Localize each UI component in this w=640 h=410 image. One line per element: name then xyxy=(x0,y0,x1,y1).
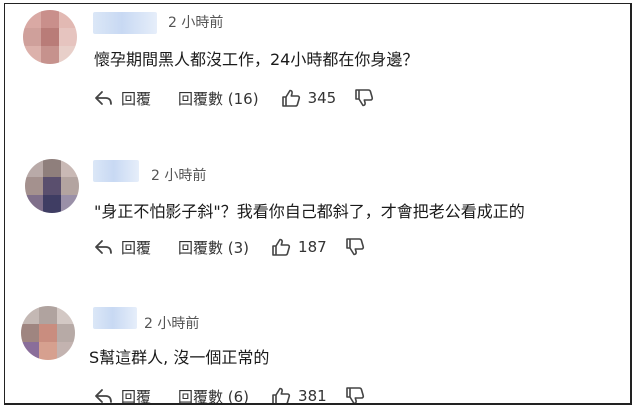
avatar-mosaic-tile xyxy=(39,342,57,360)
comment-actions: 回覆 回覆數 (3) 187 xyxy=(94,235,365,259)
like-count: 187 xyxy=(298,238,327,256)
comment-timestamp: 2 小時前 xyxy=(168,15,224,31)
avatar-mosaic-tile xyxy=(59,28,77,46)
avatar-mosaic-tile xyxy=(43,177,61,195)
like-count: 381 xyxy=(298,387,327,405)
avatar-mosaic-tile xyxy=(41,28,59,46)
reply-button[interactable]: 回覆 xyxy=(94,237,151,258)
thumbs-up-icon xyxy=(271,387,291,403)
thumbs-down-icon xyxy=(345,238,365,256)
reply-icon xyxy=(94,239,114,255)
thumbs-down-icon xyxy=(354,89,374,107)
avatar[interactable] xyxy=(21,306,75,360)
replies-count-button[interactable]: 回覆數 (3) xyxy=(178,237,249,258)
reply-button[interactable]: 回覆 xyxy=(94,88,151,109)
comment-actions: 回覆 回覆數 (16) 345 xyxy=(94,86,374,110)
replies-count-label: 回覆數 (3) xyxy=(178,238,250,257)
avatar-mosaic-tile xyxy=(39,324,57,342)
reply-label: 回覆 xyxy=(121,238,152,257)
replies-count-button[interactable]: 回覆數 (16) xyxy=(178,88,259,109)
reply-icon xyxy=(94,90,114,106)
avatar[interactable] xyxy=(23,10,77,64)
avatar-mosaic-tile xyxy=(25,195,43,213)
avatar-mosaic-tile xyxy=(43,159,61,177)
like-button[interactable]: 381 xyxy=(271,387,327,405)
avatar-mosaic-tile xyxy=(59,10,77,28)
avatar-mosaic-tile xyxy=(57,324,75,342)
avatar-mosaic-tile xyxy=(61,195,79,213)
comments-panel: 2 小時前 懷孕期間黑人都沒工作，24小時都在你身邊？ 回覆 回覆數 (16) … xyxy=(4,3,632,405)
like-button[interactable]: 187 xyxy=(271,238,327,256)
thumbs-up-icon xyxy=(281,89,301,107)
avatar-mosaic-tile xyxy=(39,306,57,324)
avatar-mosaic-tile xyxy=(23,28,41,46)
replies-count-label: 回覆數 (16) xyxy=(178,89,259,108)
comment-text: 懷孕期間黑人都沒工作，24小時都在你身邊？ xyxy=(94,50,419,69)
avatar-mosaic-tile xyxy=(57,342,75,360)
username-blurred[interactable] xyxy=(93,12,157,34)
replies-count-label: 回覆數 (6) xyxy=(178,387,250,405)
comment-text: "身正不怕影子斜"？我看你自己都斜了，才會把老公看成正的 xyxy=(94,202,525,221)
reply-button[interactable]: 回覆 xyxy=(94,386,152,405)
avatar-mosaic-tile xyxy=(21,342,39,360)
avatar[interactable] xyxy=(25,159,79,213)
avatar-mosaic-tile xyxy=(61,159,79,177)
comment-actions: 回覆 回覆數 (6) 381 xyxy=(94,384,365,405)
dislike-button[interactable] xyxy=(345,238,365,256)
avatar-mosaic-tile xyxy=(43,195,61,213)
thumbs-down-icon xyxy=(345,387,365,403)
thumbs-up-icon xyxy=(271,238,291,256)
avatar-mosaic-tile xyxy=(23,10,41,28)
like-button[interactable]: 345 xyxy=(281,89,337,107)
dislike-button[interactable] xyxy=(354,89,374,107)
reply-label: 回覆 xyxy=(121,387,152,405)
avatar-mosaic-tile xyxy=(41,10,59,28)
avatar-mosaic-tile xyxy=(25,177,43,195)
username-blurred[interactable] xyxy=(93,160,139,182)
comment-timestamp: 2 小時前 xyxy=(144,316,200,332)
comment-text: S幫這群人, 沒一個正常的 xyxy=(89,348,270,367)
avatar-mosaic-tile xyxy=(21,324,39,342)
username-blurred[interactable] xyxy=(93,307,137,329)
reply-icon xyxy=(94,388,114,403)
avatar-mosaic-tile xyxy=(21,306,39,324)
avatar-mosaic-tile xyxy=(25,159,43,177)
avatar-mosaic-tile xyxy=(23,46,41,64)
comment-timestamp: 2 小時前 xyxy=(151,168,207,184)
reply-label: 回覆 xyxy=(121,89,152,108)
avatar-mosaic-tile xyxy=(59,46,77,64)
avatar-mosaic-tile xyxy=(41,46,59,64)
dislike-button[interactable] xyxy=(345,387,365,403)
avatar-mosaic-tile xyxy=(57,306,75,324)
replies-count-button[interactable]: 回覆數 (6) xyxy=(178,386,250,405)
like-count: 345 xyxy=(307,89,337,107)
avatar-mosaic-tile xyxy=(61,177,79,195)
